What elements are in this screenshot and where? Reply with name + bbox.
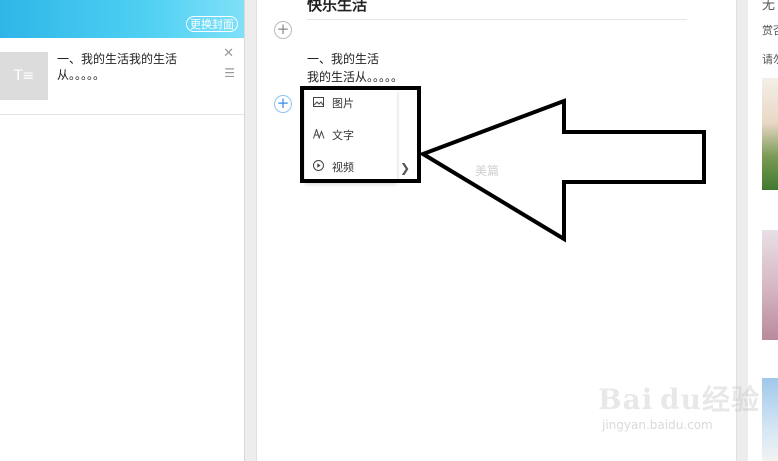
right-panel-text-1: 赏否 [762, 24, 778, 37]
annotation-arrow [418, 98, 706, 243]
paragraph-line-1: 一、我的生活 [307, 52, 380, 66]
sidebar-header: 更换封面 [0, 0, 244, 38]
baidu-url: jingyan.baidu.com [602, 418, 713, 432]
section-text-preview: 一、我的生活我的生活从。。。。。 [57, 52, 178, 82]
right-panel-text-2: 请勿 [762, 53, 778, 66]
drag-handle-icon[interactable]: ☰ [224, 66, 235, 80]
paragraph-text[interactable]: 一、我的生活 我的生活从。。。。。 [307, 50, 403, 86]
change-cover-button[interactable]: 更换封面 [186, 16, 238, 32]
title-divider [307, 19, 687, 20]
baidu-jingyan-watermark: Bai du经验 jingyan.baidu.com [598, 378, 760, 432]
template-thumbnail[interactable] [762, 230, 778, 340]
section-list-item[interactable]: T≡ 一、我的生活我的生活从。。。。。 ✕ ☰ [0, 38, 244, 115]
close-icon[interactable]: ✕ [223, 46, 234, 61]
add-section-button-active[interactable]: + [274, 95, 292, 113]
annotation-highlight-box [300, 86, 421, 183]
right-panel-heading: 无 [762, 0, 776, 13]
paragraph-line-2: 我的生活从。。。。。 [307, 70, 404, 84]
add-section-button[interactable]: + [274, 21, 292, 39]
text-section-thumbnail-icon: T≡ [0, 52, 48, 100]
baidu-logo: Bai du经验 [598, 383, 760, 416]
article-title[interactable]: 快乐生活 [307, 0, 367, 15]
template-thumbnail[interactable] [762, 78, 778, 190]
template-thumbnail[interactable] [762, 378, 778, 461]
sections-sidebar: 更换封面 T≡ 一、我的生活我的生活从。。。。。 ✕ ☰ [0, 0, 245, 461]
meipian-watermark: 美篇 [475, 164, 500, 178]
